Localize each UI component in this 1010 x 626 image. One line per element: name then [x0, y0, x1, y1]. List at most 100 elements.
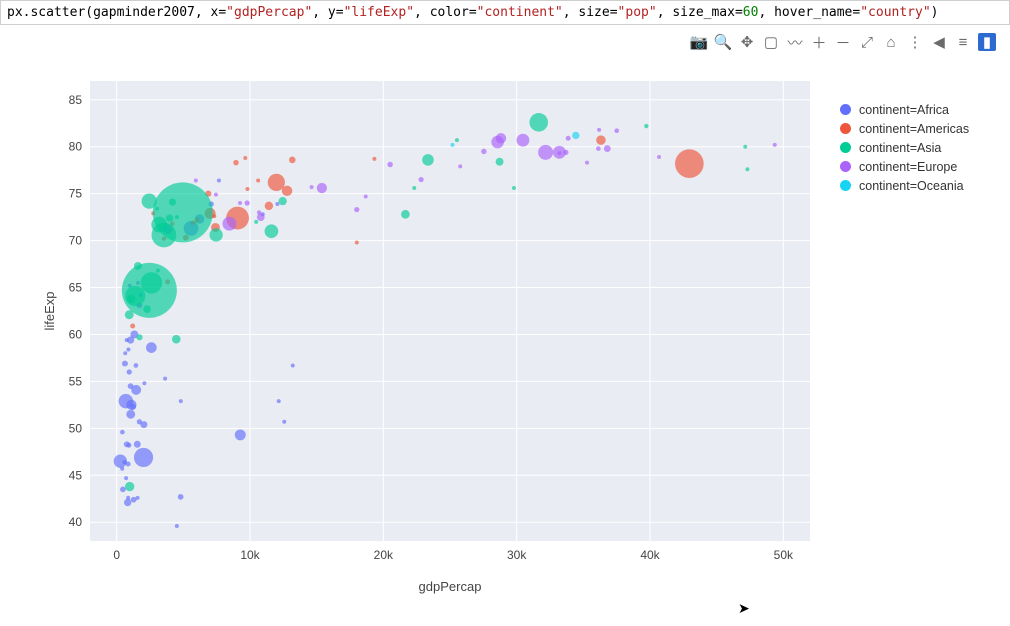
data-point[interactable]	[233, 160, 238, 165]
data-point[interactable]	[512, 186, 516, 190]
data-point[interactable]	[222, 217, 236, 231]
data-point[interactable]	[354, 207, 359, 212]
data-point[interactable]	[481, 149, 486, 154]
lasso-icon[interactable]: 〰	[786, 33, 804, 51]
data-point[interactable]	[596, 135, 605, 144]
data-point[interactable]	[209, 228, 222, 241]
data-point[interactable]	[597, 128, 601, 132]
data-point[interactable]	[179, 399, 183, 403]
data-point[interactable]	[127, 369, 132, 374]
data-point[interactable]	[126, 400, 136, 410]
data-point[interactable]	[178, 494, 184, 500]
data-point[interactable]	[163, 377, 167, 381]
data-point[interactable]	[529, 113, 548, 132]
zoom-icon[interactable]: 🔍	[714, 33, 732, 51]
box-select-icon[interactable]: ▢	[762, 33, 780, 51]
data-point[interactable]	[146, 342, 157, 353]
data-point[interactable]	[387, 162, 392, 167]
autoscale-icon[interactable]: ⤢	[858, 33, 876, 51]
reset-axes-icon[interactable]: ⌂	[882, 33, 900, 51]
data-point[interactable]	[279, 197, 287, 205]
data-point[interactable]	[401, 210, 410, 219]
data-point[interactable]	[120, 487, 126, 493]
legend-item[interactable]: continent=Oceania	[840, 176, 969, 195]
data-point[interactable]	[166, 214, 173, 221]
data-point[interactable]	[596, 146, 601, 151]
data-point[interactable]	[257, 213, 265, 221]
data-point[interactable]	[572, 132, 579, 139]
data-point[interactable]	[141, 272, 162, 293]
data-point[interactable]	[120, 430, 125, 435]
hover-compare-icon[interactable]: ≡	[954, 33, 972, 51]
data-point[interactable]	[265, 224, 279, 238]
data-point[interactable]	[657, 155, 661, 159]
data-point[interactable]	[566, 136, 571, 141]
data-point[interactable]	[175, 215, 179, 219]
data-point[interactable]	[125, 310, 134, 319]
legend-item[interactable]: continent=Europe	[840, 157, 969, 176]
data-point[interactable]	[128, 383, 134, 389]
data-point[interactable]	[516, 134, 529, 147]
data-point[interactable]	[156, 269, 160, 273]
data-point[interactable]	[496, 158, 504, 166]
data-point[interactable]	[126, 347, 130, 351]
data-point[interactable]	[126, 462, 131, 467]
data-point[interactable]	[604, 145, 611, 152]
data-point[interactable]	[137, 419, 142, 424]
data-point[interactable]	[127, 337, 134, 344]
data-point[interactable]	[124, 499, 131, 506]
data-point[interactable]	[265, 202, 273, 210]
data-point[interactable]	[644, 124, 648, 128]
data-point[interactable]	[254, 220, 258, 224]
legend-item[interactable]: continent=Asia	[840, 138, 969, 157]
zoom-in-icon[interactable]: ＋	[810, 33, 828, 51]
data-point[interactable]	[245, 187, 249, 191]
data-point[interactable]	[412, 186, 416, 190]
data-point[interactable]	[125, 482, 134, 491]
data-point[interactable]	[289, 157, 296, 164]
data-point[interactable]	[268, 174, 285, 191]
zoom-out-icon[interactable]: －	[834, 33, 852, 51]
data-point[interactable]	[243, 156, 247, 160]
data-point[interactable]	[151, 217, 167, 233]
data-point[interactable]	[675, 149, 704, 178]
data-point[interactable]	[743, 145, 747, 149]
data-point[interactable]	[134, 363, 139, 368]
spike-lines-icon[interactable]: ⋮	[906, 33, 924, 51]
data-point[interactable]	[142, 194, 157, 209]
data-point[interactable]	[134, 448, 153, 467]
data-point[interactable]	[134, 262, 142, 270]
data-point[interactable]	[538, 145, 553, 160]
data-point[interactable]	[126, 410, 135, 419]
data-point[interactable]	[142, 381, 146, 385]
data-point[interactable]	[553, 146, 566, 159]
data-point[interactable]	[355, 240, 359, 244]
data-point[interactable]	[194, 179, 198, 183]
data-point[interactable]	[175, 524, 179, 528]
plotly-logo-icon[interactable]: ▮	[978, 33, 996, 51]
data-point[interactable]	[364, 194, 368, 198]
data-point[interactable]	[131, 497, 137, 503]
data-point[interactable]	[745, 167, 749, 171]
data-point[interactable]	[614, 128, 619, 133]
data-point[interactable]	[172, 335, 181, 344]
data-point[interactable]	[256, 179, 260, 183]
data-point[interactable]	[155, 207, 159, 211]
data-point[interactable]	[372, 157, 376, 161]
data-point[interactable]	[458, 164, 462, 168]
data-point[interactable]	[277, 399, 281, 403]
legend-item[interactable]: continent=Americas	[840, 119, 969, 138]
data-point[interactable]	[169, 199, 176, 206]
data-point[interactable]	[422, 154, 434, 166]
data-point[interactable]	[120, 467, 124, 471]
data-point[interactable]	[238, 201, 242, 205]
data-point[interactable]	[127, 443, 132, 448]
data-point[interactable]	[245, 200, 250, 205]
data-point[interactable]	[124, 476, 128, 480]
data-point[interactable]	[291, 363, 295, 367]
pan-icon[interactable]: ✥	[738, 33, 756, 51]
data-point[interactable]	[317, 183, 327, 193]
data-point[interactable]	[496, 133, 506, 143]
data-point[interactable]	[450, 143, 454, 147]
hover-closest-icon[interactable]: ◀	[930, 33, 948, 51]
